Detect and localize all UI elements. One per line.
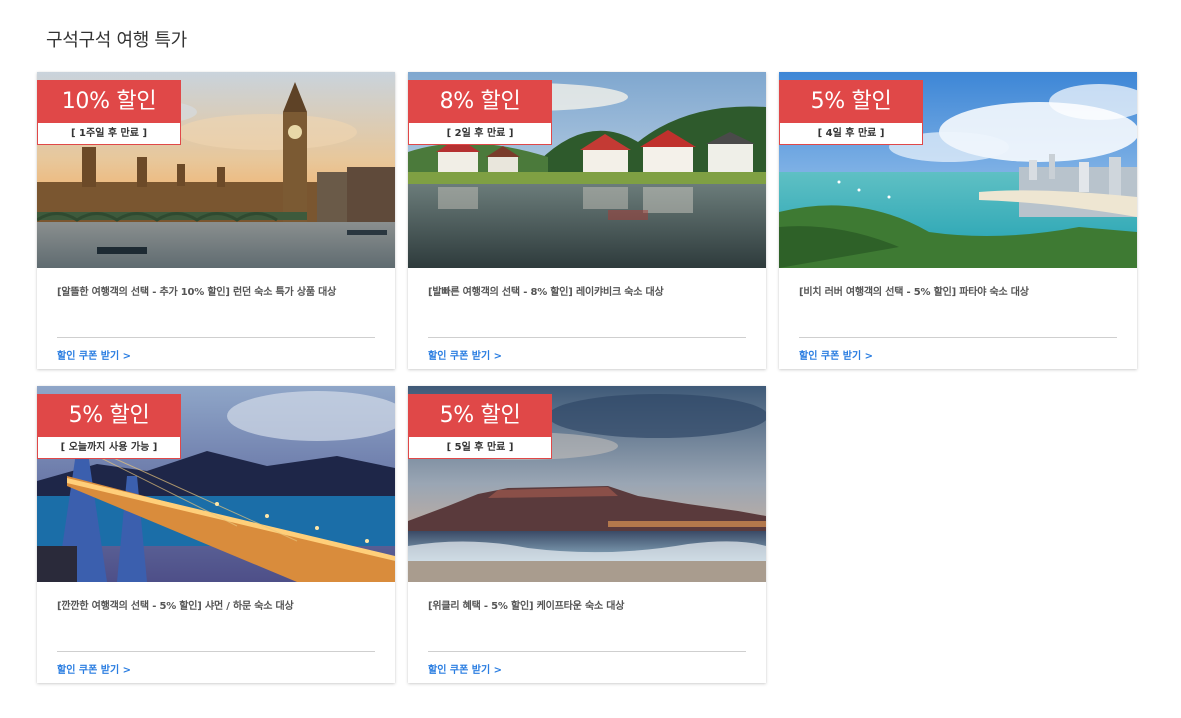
london-big-ben-image: 10% 할인 [ 1주일 후 만료 ] [37, 72, 395, 268]
deal-description: [깐깐한 여행객의 선택 - 5% 할인] 샤먼 / 하문 숙소 대상 [57, 601, 294, 612]
deal-card-cape-town[interactable]: 5% 할인 [ 5일 후 만료 ] [위클리 혜택 - 5% 할인] 케이프타운… [408, 386, 766, 683]
divider [799, 337, 1117, 338]
deal-description: [비치 러버 여행객의 선택 - 5% 할인] 파타야 숙소 대상 [799, 287, 1029, 298]
deal-card-pattaya[interactable]: 5% 할인 [ 4일 후 만료 ] [비치 러버 여행객의 선택 - 5% 할인… [779, 72, 1137, 369]
expiry-label: [ 2일 후 만료 ] [408, 123, 552, 145]
discount-label: 5% 할인 [779, 80, 923, 123]
get-coupon-link[interactable]: 할인 쿠폰 받기 > [57, 347, 131, 362]
get-coupon-link[interactable]: 할인 쿠폰 받기 > [57, 661, 131, 676]
deal-card-reykjavik[interactable]: 8% 할인 [ 2일 후 만료 ] [발빠른 여행객의 선택 - 8% 할인] … [408, 72, 766, 369]
deal-description: [발빠른 여행객의 선택 - 8% 할인] 레이캬비크 숙소 대상 [428, 287, 664, 298]
discount-badge: 8% 할인 [ 2일 후 만료 ] [408, 80, 552, 145]
get-coupon-link[interactable]: 할인 쿠폰 받기 > [428, 661, 502, 676]
expiry-label: [ 오늘까지 사용 가능 ] [37, 437, 181, 459]
get-coupon-link[interactable]: 할인 쿠폰 받기 > [428, 347, 502, 362]
pattaya-bay-image: 5% 할인 [ 4일 후 만료 ] [779, 72, 1137, 268]
divider [57, 651, 375, 652]
xiamen-bridge-image: 5% 할인 [ 오늘까지 사용 가능 ] [37, 386, 395, 582]
discount-label: 8% 할인 [408, 80, 552, 123]
discount-label: 5% 할인 [37, 394, 181, 437]
reykjavik-lake-houses-image: 8% 할인 [ 2일 후 만료 ] [408, 72, 766, 268]
discount-badge: 5% 할인 [ 오늘까지 사용 가능 ] [37, 394, 181, 459]
deal-card-xiamen[interactable]: 5% 할인 [ 오늘까지 사용 가능 ] [깐깐한 여행객의 선택 - 5% 할… [37, 386, 395, 683]
discount-badge: 10% 할인 [ 1주일 후 만료 ] [37, 80, 181, 145]
deal-description: [알뜰한 여행객의 선택 - 추가 10% 할인] 런던 숙소 특가 상품 대상 [57, 287, 337, 298]
divider [428, 651, 746, 652]
expiry-label: [ 5일 후 만료 ] [408, 437, 552, 459]
discount-label: 5% 할인 [408, 394, 552, 437]
discount-label: 10% 할인 [37, 80, 181, 123]
discount-badge: 5% 할인 [ 5일 후 만료 ] [408, 394, 552, 459]
get-coupon-link[interactable]: 할인 쿠폰 받기 > [799, 347, 873, 362]
divider [57, 337, 375, 338]
cape-town-table-mountain-image: 5% 할인 [ 5일 후 만료 ] [408, 386, 766, 582]
deal-description: [위클리 혜택 - 5% 할인] 케이프타운 숙소 대상 [428, 601, 625, 612]
deals-page: 구석구석 여행 특가 10% 할인 [1주일 후 만료] [알뜰한 여행객의… [0, 0, 1181, 718]
divider [428, 337, 746, 338]
expiry-label: [ 1주일 후 만료 ] [37, 123, 181, 145]
deal-card-london[interactable]: 10% 할인 [ 1주일 후 만료 ] [알뜰한 여행객의 선택 - 추가 10… [37, 72, 395, 369]
section-title: 구석구석 여행 특가 [46, 30, 187, 51]
discount-badge: 5% 할인 [ 4일 후 만료 ] [779, 80, 923, 145]
expiry-label: [ 4일 후 만료 ] [779, 123, 923, 145]
